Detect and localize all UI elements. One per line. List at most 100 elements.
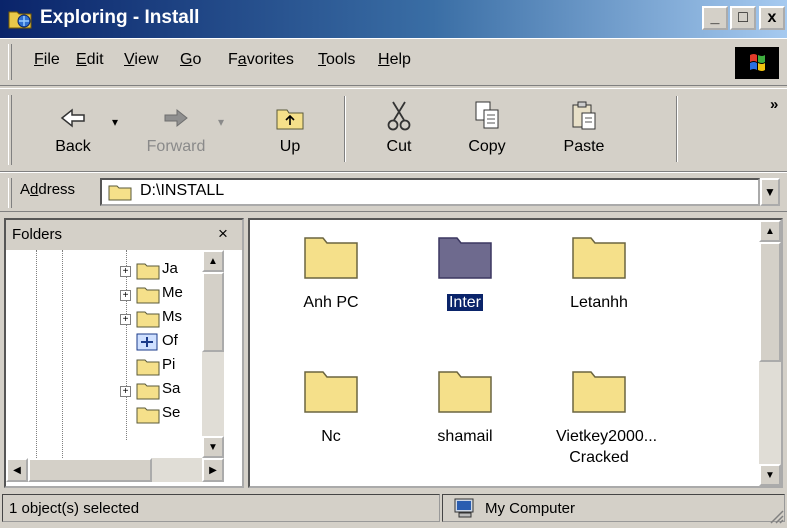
close-icon: x <box>767 9 777 26</box>
menu-grip[interactable] <box>8 44 12 80</box>
scroll-up-button[interactable]: ▲ <box>759 220 781 242</box>
arrow-down-icon: ▼ <box>765 469 775 481</box>
tree-item-label[interactable]: Pi <box>162 356 175 373</box>
menu-view[interactable]: View <box>124 51 158 69</box>
forward-label: Forward <box>146 138 206 155</box>
up-folder-icon <box>276 109 304 130</box>
menu-edit[interactable]: Edit <box>76 51 104 69</box>
address-input[interactable]: D:\INSTALL <box>100 178 760 206</box>
arrow-left-icon: ◀ <box>13 464 21 476</box>
scissors-icon <box>387 101 411 131</box>
explorer-app-icon[interactable] <box>8 6 34 30</box>
back-label: Back <box>55 138 91 155</box>
toolbar-grip[interactable] <box>8 95 12 165</box>
folder-icon <box>136 311 160 328</box>
status-location-label: My Computer <box>485 499 576 517</box>
paste-button[interactable]: Paste <box>545 94 623 170</box>
arrow-up-icon: ▲ <box>208 255 218 267</box>
copy-icon <box>475 101 499 129</box>
tree-item-label[interactable]: Ja <box>162 260 178 277</box>
cut-label: Cut <box>386 138 412 155</box>
maximize-button[interactable]: □ <box>730 6 756 30</box>
toolbar-separator-end <box>676 96 678 162</box>
folder-icon <box>304 371 358 413</box>
folders-pane-close-button[interactable]: × <box>218 224 228 244</box>
cut-button[interactable]: Cut <box>360 94 438 170</box>
folder-item-nc[interactable]: Nc <box>266 364 396 484</box>
back-arrow-icon <box>60 108 85 128</box>
tree-expand-toggle[interactable]: + <box>120 386 131 397</box>
folder-icon <box>136 287 160 304</box>
folder-item-inter[interactable]: Inter <box>400 230 530 350</box>
window-title: Exploring - Install <box>40 7 200 28</box>
folders-pane[interactable]: Folders × + Ja + Me + Ms Of Pi + Sa Se ▲… <box>4 218 244 488</box>
tree-item-label[interactable]: Me <box>162 284 183 301</box>
up-label: Up <box>279 138 301 155</box>
arrow-up-icon: ▲ <box>765 225 775 237</box>
maximize-icon: □ <box>738 9 748 26</box>
scrollbar-thumb[interactable] <box>202 272 224 352</box>
address-dropdown-button[interactable]: ▼ <box>760 178 780 206</box>
tree-line <box>36 250 37 460</box>
paste-label: Paste <box>563 138 605 155</box>
tree-line <box>126 250 127 440</box>
tree-line <box>62 250 63 460</box>
folder-item-vietkey2000-cracked[interactable]: Vietkey2000... Cracked <box>534 364 664 484</box>
folder-icon <box>572 371 626 413</box>
scroll-right-button[interactable]: ▶ <box>202 458 224 482</box>
menu-favorites[interactable]: Favorites <box>228 51 294 69</box>
close-button[interactable]: x <box>759 6 785 30</box>
resize-grip-icon[interactable] <box>768 508 784 524</box>
tree-item-label[interactable]: Ms <box>162 308 182 325</box>
copy-button[interactable]: Copy <box>448 94 526 170</box>
folder-item-label: shamail <box>437 428 493 445</box>
my-computer-icon <box>454 498 474 518</box>
minimize-icon: _ <box>710 9 720 26</box>
folder-icon <box>136 359 160 376</box>
minimize-button[interactable]: _ <box>702 6 728 30</box>
scroll-left-button[interactable]: ◀ <box>6 458 28 482</box>
status-selection: 1 object(s) selected <box>2 494 440 522</box>
paste-clipboard-icon <box>572 101 596 130</box>
folder-item-letanhh[interactable]: Letanhh <box>534 230 664 350</box>
folder-icon <box>136 263 160 280</box>
forward-dropdown-icon[interactable]: ▾ <box>218 115 224 129</box>
folder-item-anh-pc[interactable]: Anh PC <box>266 230 396 350</box>
tree-expand-toggle[interactable]: + <box>120 266 131 277</box>
scroll-up-button[interactable]: ▲ <box>202 250 224 272</box>
address-value: D:\INSTALL <box>140 182 225 199</box>
tree-item-label[interactable]: Sa <box>162 380 180 397</box>
chevron-down-icon: ▼ <box>764 185 776 199</box>
back-dropdown-icon[interactable]: ▾ <box>112 115 118 129</box>
windows-logo-icon <box>735 47 779 79</box>
folder-item-label: Nc <box>321 428 341 445</box>
back-button[interactable]: Back <box>34 94 112 170</box>
folder-item-label: Inter <box>446 294 483 311</box>
folder-item-label: Letanhh <box>570 294 628 311</box>
scrollbar-thumb[interactable] <box>28 458 152 482</box>
tree-item-label[interactable]: Of <box>162 332 178 349</box>
scroll-down-button[interactable]: ▼ <box>202 436 224 458</box>
folder-item-shamail[interactable]: shamail <box>400 364 530 484</box>
forward-arrow-icon <box>164 108 188 128</box>
file-list-pane[interactable]: Anh PC Inter Letanhh Nc shamail Vietkey2… <box>248 218 783 488</box>
toolbar-overflow-chevron-icon[interactable]: » <box>770 96 778 113</box>
scroll-down-button[interactable]: ▼ <box>759 464 781 486</box>
toolbar-separator <box>344 96 346 162</box>
office-shortcut-icon <box>136 333 158 351</box>
tree-item-label[interactable]: Se <box>162 404 180 426</box>
folder-icon <box>136 383 160 400</box>
menu-file[interactable]: File <box>34 51 60 69</box>
scrollbar-thumb[interactable] <box>759 242 781 362</box>
menu-go[interactable]: Go <box>180 51 201 69</box>
selected-folder-icon <box>438 237 492 279</box>
tree-expand-toggle[interactable]: + <box>120 314 131 325</box>
menu-help[interactable]: Help <box>378 51 411 69</box>
forward-button[interactable]: Forward <box>137 94 215 170</box>
arrow-down-icon: ▼ <box>208 441 218 453</box>
menu-tools[interactable]: Tools <box>318 51 355 69</box>
tree-expand-toggle[interactable]: + <box>120 290 131 301</box>
up-button[interactable]: Up <box>251 94 329 170</box>
folder-icon <box>108 185 132 201</box>
address-grip[interactable] <box>8 178 12 208</box>
